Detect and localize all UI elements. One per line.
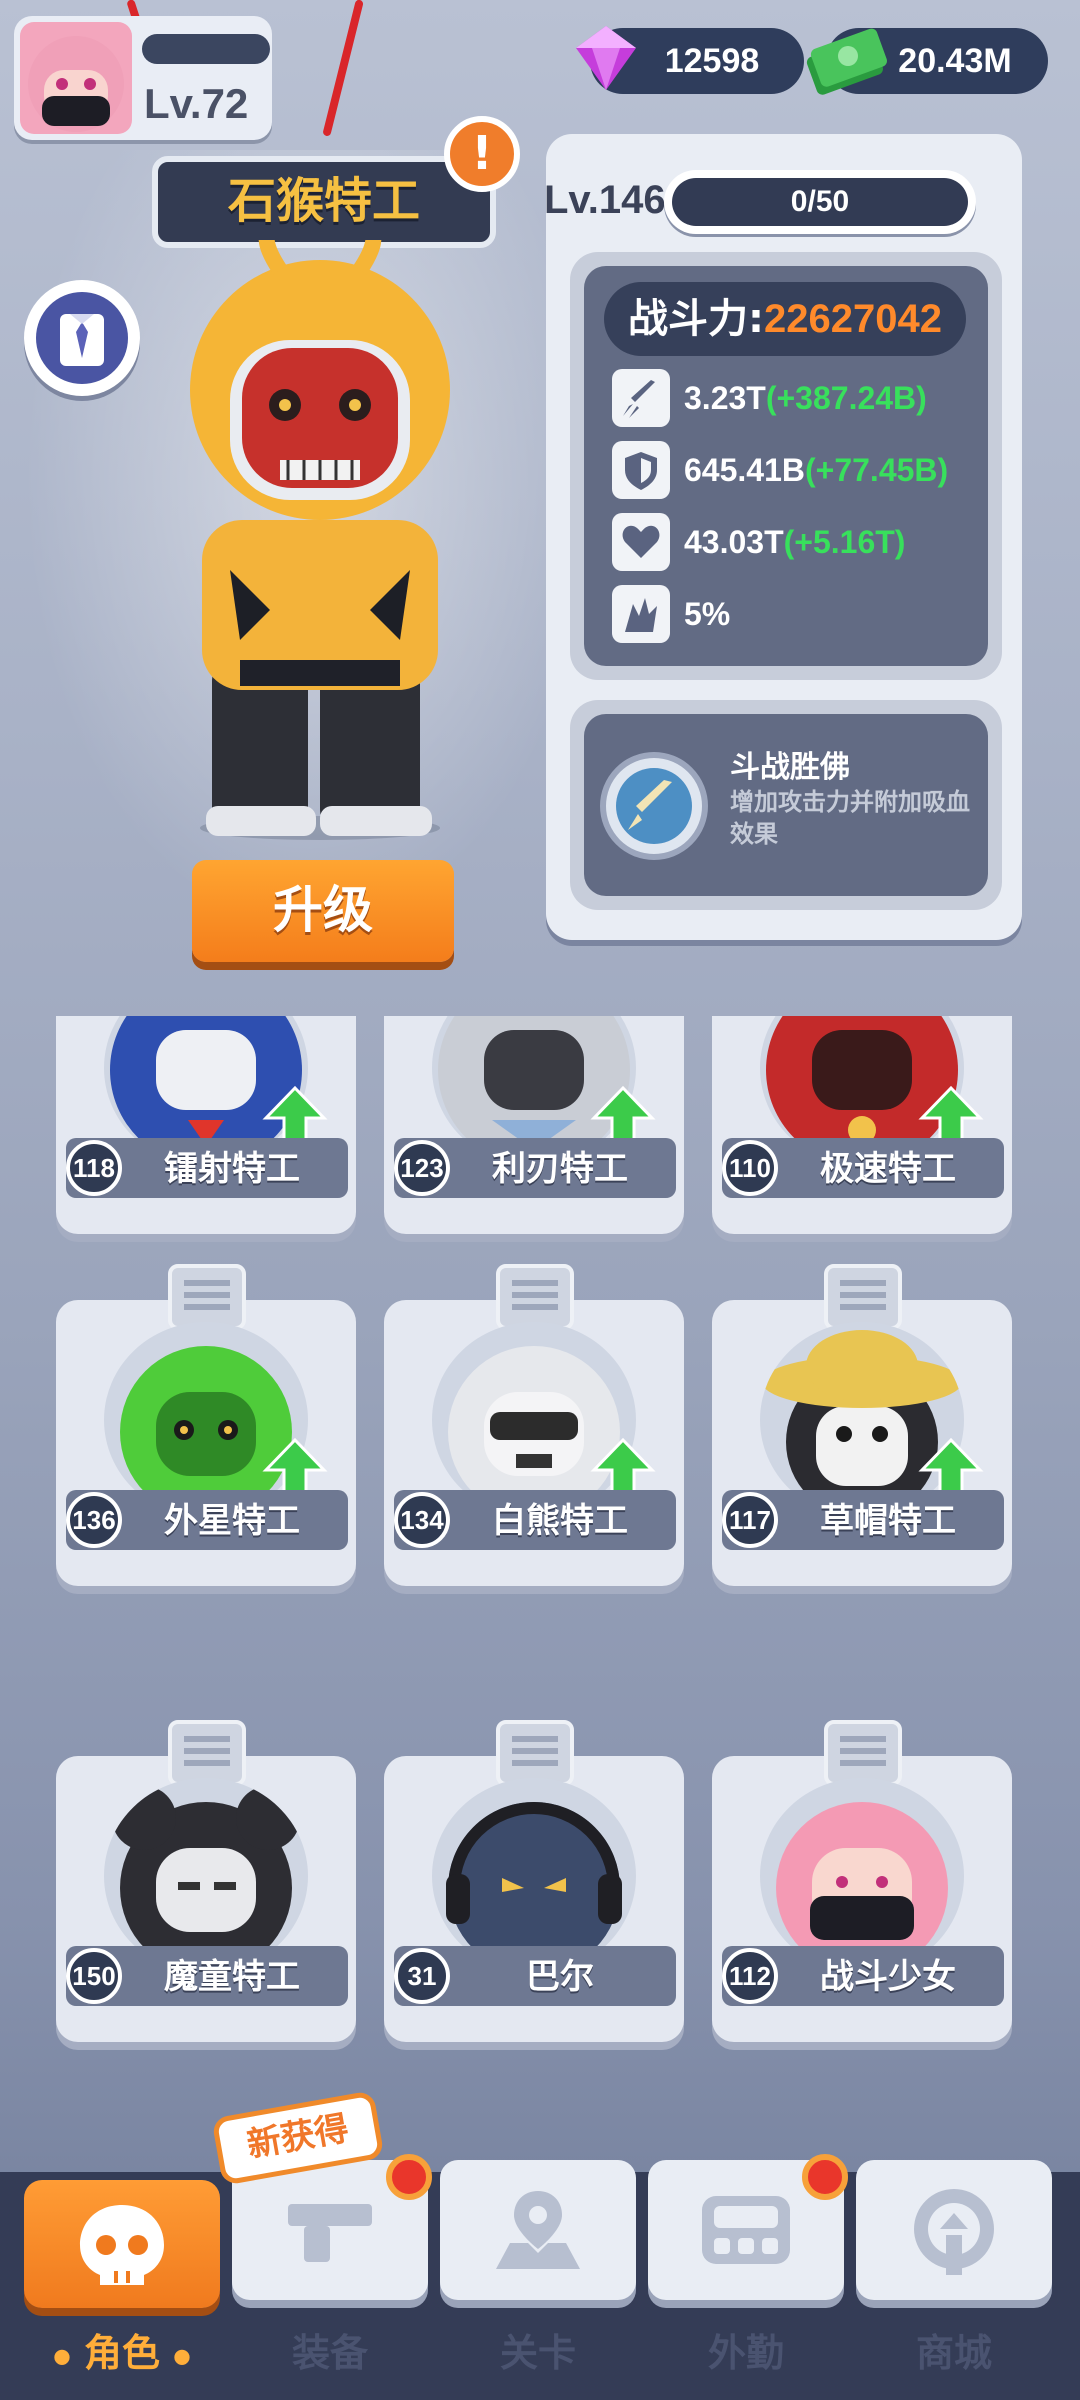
player-level: Lv.72	[144, 80, 249, 127]
badge-clip	[168, 1264, 246, 1330]
shield-icon	[612, 441, 670, 499]
player-profile[interactable]: Lv.72	[14, 16, 272, 140]
character-portrait	[760, 1778, 964, 1974]
shop-icon	[914, 2189, 994, 2275]
gem-icon	[576, 26, 636, 90]
gems-counter[interactable]: 12598	[576, 26, 804, 94]
character-name: 战斗少女	[820, 1957, 956, 1997]
player-avatar[interactable]	[20, 22, 132, 134]
character-portrait	[104, 1778, 308, 1974]
heart-icon	[612, 513, 670, 571]
character-level: 110	[722, 1140, 778, 1196]
device-icon	[702, 2196, 790, 2264]
character-name: 巴尔	[526, 1957, 594, 1997]
character-card[interactable]: 110 极速特工	[712, 1016, 1012, 1234]
outfit-icon	[60, 314, 104, 366]
stat-crit: 5%	[612, 584, 730, 644]
character-name: 外星特工	[164, 1501, 300, 1541]
character-name: 魔童特工	[164, 1957, 300, 1997]
crit-icon	[612, 585, 670, 643]
badge-clip	[168, 1720, 246, 1786]
character-name: 极速特工	[820, 1149, 956, 1189]
character-name: 利刃特工	[492, 1149, 628, 1189]
skull-icon	[80, 2205, 164, 2285]
badge-clip	[496, 1264, 574, 1330]
character-level: 112	[722, 1948, 778, 2004]
character-name: 镭射特工	[164, 1149, 300, 1189]
skill-name: 斗战胜佛	[730, 750, 850, 785]
stat-value: 645.41B	[684, 451, 805, 488]
cash-counter[interactable]: 20.43M	[806, 28, 1048, 95]
dot-icon: ●	[173, 2343, 191, 2368]
character-level: 150	[66, 1948, 122, 2004]
character-level: 117	[722, 1492, 778, 1548]
hero-character	[190, 240, 450, 840]
tab-label-fieldwork[interactable]: 外勤	[648, 2322, 844, 2377]
dot-icon: ●	[53, 2343, 71, 2368]
tab-stages[interactable]	[440, 2160, 636, 2300]
exp-bar: 0/50	[664, 170, 976, 234]
exp-value: 0/50	[672, 178, 968, 226]
stat-defense: 645.41B (+77.45B)	[612, 440, 948, 500]
combat-power-value: 22627042	[764, 297, 942, 341]
character-card[interactable]: 136 外星特工	[56, 1264, 356, 1586]
tab-character[interactable]	[24, 2180, 220, 2308]
character-card[interactable]: 118 镭射特工	[56, 1016, 356, 1234]
tab-label-equipment[interactable]: 装备	[232, 2322, 428, 2377]
hero-name: 石猴特工	[152, 156, 496, 248]
map-pin-icon	[496, 2191, 580, 2269]
character-name: 草帽特工	[820, 1501, 956, 1541]
stat-value: 3.23T	[684, 379, 766, 416]
rocket-icon	[612, 369, 670, 427]
badge-clip	[824, 1264, 902, 1330]
character-portrait	[432, 1778, 636, 1974]
stat-bonus: (+387.24B)	[765, 379, 927, 416]
cash-value: 20.43M	[898, 41, 1012, 80]
tab-label-shop[interactable]: 商城	[856, 2322, 1052, 2377]
character-name: 白熊特工	[492, 1501, 628, 1541]
badge-clip	[824, 1720, 902, 1786]
skill-icon[interactable]	[600, 752, 708, 860]
character-level: 134	[394, 1492, 450, 1548]
stat-health: 43.03T (+5.16T)	[612, 512, 905, 572]
tab-label-text: 角色	[83, 2331, 160, 2375]
character-card[interactable]: 117 草帽特工	[712, 1264, 1012, 1586]
stat-bonus: (+5.16T)	[783, 523, 906, 560]
cash-icon	[806, 28, 887, 95]
outfit-button[interactable]	[24, 280, 140, 396]
character-card[interactable]: 150 魔童特工	[56, 1720, 356, 2042]
alert-icon[interactable]: !	[444, 116, 520, 192]
stat-attack: 3.23T (+387.24B)	[612, 368, 927, 428]
character-level: 118	[66, 1140, 122, 1196]
gems-value: 12598	[664, 41, 760, 80]
character-level: 31	[394, 1948, 450, 2004]
character-card[interactable]: 134 白熊特工	[384, 1264, 684, 1586]
stat-bonus: (+77.45B)	[804, 451, 949, 488]
badge-clip	[496, 1720, 574, 1786]
character-level: 136	[66, 1492, 122, 1548]
stat-value: 43.03T	[684, 523, 784, 560]
lanyard-cord	[322, 0, 364, 137]
skill-description: 增加攻击力并附加吸血效果	[730, 788, 970, 848]
stat-value: 5%	[684, 595, 731, 632]
tab-label-stages[interactable]: 关卡	[440, 2322, 636, 2377]
notification-dot	[802, 2154, 848, 2200]
hero-level: Lv.146	[544, 178, 666, 222]
tab-shop[interactable]	[856, 2160, 1052, 2300]
character-card[interactable]: 31 巴尔	[384, 1720, 684, 2042]
character-level: 123	[394, 1140, 450, 1196]
combat-power: 战斗力:22627042	[604, 282, 966, 356]
character-card[interactable]: 112 战斗少女	[712, 1720, 1012, 2042]
character-card[interactable]: 123 利刃特工	[384, 1016, 684, 1234]
combat-power-label: 战斗力:	[628, 296, 765, 342]
gun-icon	[288, 2204, 372, 2262]
player-name-bar	[142, 34, 270, 64]
notification-dot	[386, 2154, 432, 2200]
character-roster: 118 镭射特工 123 利刃特工 110 极速特工 136 外星特工 134 …	[0, 1016, 1080, 2166]
upgrade-button[interactable]: 升级	[192, 860, 454, 962]
tab-label-character[interactable]: ● 角色 ●	[24, 2322, 220, 2377]
